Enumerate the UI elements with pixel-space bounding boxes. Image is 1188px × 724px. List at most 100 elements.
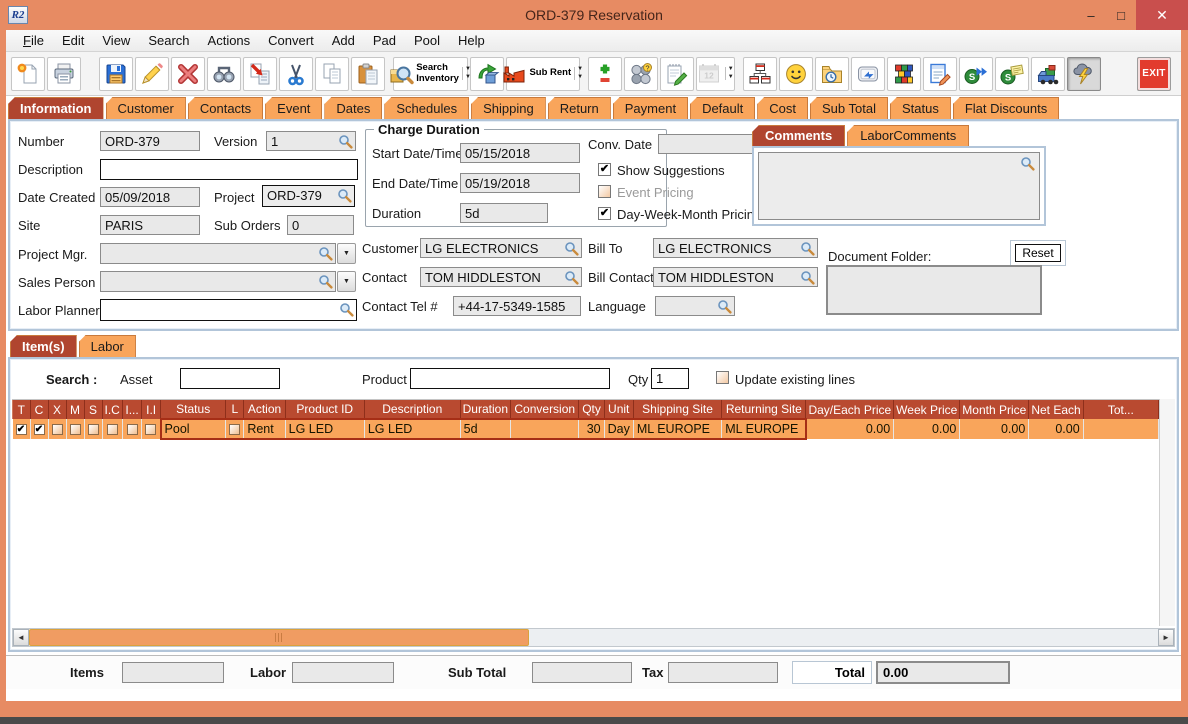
- date-created-field[interactable]: 05/09/2018: [100, 187, 200, 207]
- cell-idots[interactable]: [122, 419, 143, 439]
- cell-product_id[interactable]: LG LED: [285, 418, 365, 440]
- bill-to-field[interactable]: LG ELECTRONICS: [653, 238, 818, 258]
- column-header-qty[interactable]: Qty: [578, 400, 605, 419]
- qty-input[interactable]: 1: [651, 368, 689, 389]
- sub-orders-field[interactable]: 0: [287, 215, 354, 235]
- add-remove-button[interactable]: [588, 56, 623, 91]
- cell-l[interactable]: [225, 418, 245, 440]
- column-header-l[interactable]: L: [225, 400, 245, 419]
- end-date-field[interactable]: 05/19/2018: [460, 173, 580, 193]
- project-lookup-icon[interactable]: [337, 188, 352, 206]
- column-header-product-id[interactable]: Product ID: [284, 400, 365, 419]
- project-mgr-lookup-icon[interactable]: [318, 246, 333, 263]
- language-lookup-icon[interactable]: [717, 299, 732, 315]
- inventory-blocks-button[interactable]: [887, 56, 921, 91]
- send-notes-button[interactable]: S: [995, 56, 1029, 91]
- calendar-dropdown-arrow[interactable]: ▼ ▼: [724, 66, 736, 80]
- comments-textarea[interactable]: [758, 152, 1040, 220]
- cell-s[interactable]: [84, 419, 103, 439]
- sales-person-lookup-icon[interactable]: [318, 274, 333, 291]
- tab-schedules[interactable]: Schedules: [384, 97, 470, 119]
- line-item-row[interactable]: PoolRentLG LEDLG LED5d30DayML EUROPEML E…: [12, 418, 1159, 440]
- menu-view[interactable]: View: [93, 31, 139, 50]
- tab-shipping[interactable]: Shipping: [471, 97, 546, 119]
- column-header-unit[interactable]: Unit: [603, 400, 634, 419]
- comments-tab-comments[interactable]: Comments: [752, 125, 846, 146]
- minimize-button[interactable]: –: [1076, 0, 1106, 30]
- row-checkbox-l[interactable]: [229, 424, 241, 436]
- project-field[interactable]: ORD-379: [262, 185, 355, 207]
- column-header-month-price[interactable]: Month Price: [959, 400, 1030, 419]
- comments-tab-laborcomments[interactable]: LaborComments: [847, 125, 970, 146]
- tab-payment[interactable]: Payment: [612, 97, 689, 119]
- labor-planner-field[interactable]: [100, 299, 357, 321]
- cut-button[interactable]: [279, 56, 313, 91]
- tab-return[interactable]: Return: [547, 97, 611, 119]
- row-checkbox-c[interactable]: [33, 424, 45, 436]
- truck-button[interactable]: [1031, 56, 1065, 91]
- row-checkbox-idots[interactable]: [126, 424, 138, 436]
- cell-qty[interactable]: 30: [578, 418, 605, 440]
- form-edit-button[interactable]: [923, 56, 957, 91]
- sales-person-field[interactable]: [100, 271, 336, 292]
- contact-lookup-icon[interactable]: [564, 270, 579, 286]
- tab-event[interactable]: Event: [265, 97, 323, 119]
- exit-button[interactable]: EXIT: [1137, 56, 1171, 91]
- menu-actions[interactable]: Actions: [199, 31, 260, 50]
- cell-c[interactable]: [30, 419, 49, 439]
- cell-x[interactable]: [48, 419, 67, 439]
- cell-shipping_site[interactable]: ML EUROPE: [633, 418, 723, 440]
- column-header-net-each[interactable]: Net Each: [1028, 400, 1084, 419]
- tab-information[interactable]: Information: [8, 97, 104, 119]
- org-chart-button[interactable]: [743, 56, 777, 91]
- menu-add[interactable]: Add: [323, 31, 364, 50]
- cell-t[interactable]: [12, 419, 31, 439]
- cell-duration[interactable]: 5d: [460, 418, 512, 440]
- search-inventory-button[interactable]: Search Inventory ▼ ▼: [390, 56, 471, 91]
- cell-ii[interactable]: [141, 419, 162, 439]
- sub-rent-dropdown-arrow[interactable]: ▼ ▼: [574, 66, 585, 80]
- cell-week_price[interactable]: 0.00: [893, 419, 961, 439]
- number-field[interactable]: ORD-379: [100, 131, 200, 151]
- column-header-shipping-site[interactable]: Shipping Site: [632, 400, 723, 419]
- edit-pencil-button[interactable]: [135, 56, 169, 91]
- menu-help[interactable]: Help: [449, 31, 494, 50]
- row-checkbox-x[interactable]: [51, 424, 63, 436]
- cell-month_price[interactable]: 0.00: [959, 419, 1030, 439]
- sales-person-dropdown-arrow[interactable]: ▼: [337, 271, 356, 292]
- project-mgr-dropdown-arrow[interactable]: ▼: [337, 243, 356, 264]
- tab-customer[interactable]: Customer: [105, 97, 186, 119]
- maximize-button[interactable]: □: [1106, 0, 1136, 30]
- vertical-scrollbar[interactable]: [1159, 399, 1175, 626]
- column-header-s[interactable]: S: [83, 400, 103, 419]
- menu-convert[interactable]: Convert: [259, 31, 323, 50]
- column-header-m[interactable]: M: [65, 400, 85, 419]
- site-field[interactable]: PARIS: [100, 215, 200, 235]
- menu-edit[interactable]: Edit: [53, 31, 93, 50]
- labor-planner-lookup-icon[interactable]: [339, 302, 354, 320]
- customer-lookup-icon[interactable]: [564, 241, 579, 257]
- folder-history-button[interactable]: [815, 56, 849, 91]
- row-checkbox-ii[interactable]: [145, 424, 157, 436]
- convert-button[interactable]: [470, 56, 505, 91]
- column-header-duration[interactable]: Duration: [459, 400, 512, 419]
- bill-contact-field[interactable]: TOM HIDDLESTON: [653, 267, 818, 287]
- duration-field[interactable]: 5d: [460, 203, 548, 223]
- tab-status[interactable]: Status: [889, 97, 951, 119]
- send-forward-button[interactable]: S: [959, 56, 993, 91]
- cell-tot[interactable]: [1083, 419, 1159, 439]
- cell-day_each_price[interactable]: 0.00: [805, 419, 895, 439]
- cell-unit[interactable]: Day: [604, 418, 634, 440]
- cell-action[interactable]: Rent: [243, 418, 286, 440]
- contact-tel-field[interactable]: +44-17-5349-1585: [453, 296, 581, 316]
- cell-conversion[interactable]: [510, 418, 580, 440]
- column-header-day-each-price[interactable]: Day/Each Price: [805, 400, 895, 419]
- column-header-i-i[interactable]: I.I: [141, 400, 162, 419]
- tab-cost[interactable]: Cost: [757, 97, 808, 119]
- shortcut-key-button[interactable]: [851, 56, 885, 91]
- description-input[interactable]: [100, 159, 358, 180]
- sub-rent-button[interactable]: Sub Rent ▼ ▼: [503, 56, 583, 91]
- cell-description[interactable]: LG LED: [364, 418, 461, 440]
- start-date-field[interactable]: 05/15/2018: [460, 143, 580, 163]
- day-week-month-pricing-checkbox[interactable]: [598, 207, 611, 220]
